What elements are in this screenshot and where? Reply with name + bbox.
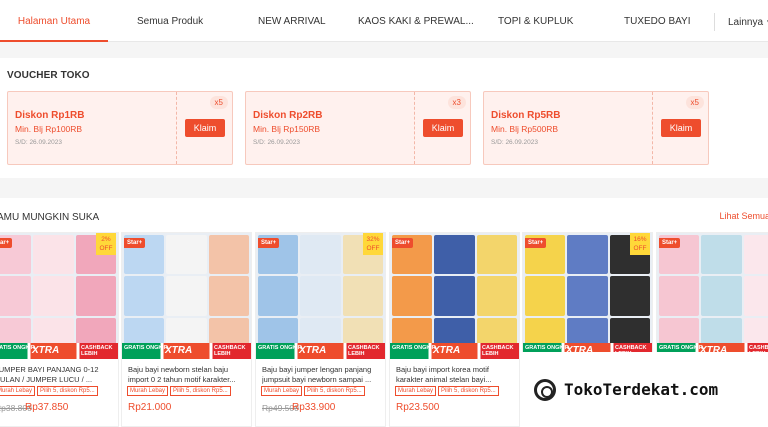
promo-tag: Murah Lebay bbox=[0, 386, 36, 396]
product-card[interactable]: Star+ GRATIS ONGKIR XTRA CASHBACK LEBIH Baju… bbox=[121, 232, 252, 427]
voucher-min-spend: Min. Blj Rp150RB bbox=[253, 124, 321, 134]
voucher-divider bbox=[176, 92, 177, 164]
claim-voucher-button[interactable]: Klaim bbox=[661, 119, 701, 137]
product-card[interactable]: Star+ GRATIS ONGKIR XTRA CASHBACK LEBIH Baju… bbox=[389, 232, 520, 427]
product-name: Baju bayi newborn stelan baju import 0 2… bbox=[128, 365, 236, 384]
free-shipping-label: GRATIS ONGKIR bbox=[525, 345, 569, 351]
tab-kaos-kaki[interactable]: KAOS KAKI & PREWAL... bbox=[358, 0, 474, 42]
discount-off-label: OFF bbox=[99, 245, 113, 252]
product-image: Star+ GRATIS ONGKIRXTRA CASHBACK LEBIH bbox=[390, 233, 519, 359]
product-image: Star+GRATIS ONGKIRXTRACASHBACK LEBIH bbox=[657, 233, 768, 359]
discount-badge: 2% OFF bbox=[96, 233, 116, 255]
voucher-card: Diskon Rp1RB Min. Blj Rp100RB S/D: 26.09… bbox=[7, 91, 233, 165]
discount-percent: 32% bbox=[366, 236, 380, 243]
claim-voucher-button[interactable]: Klaim bbox=[423, 119, 463, 137]
promo-tag: Murah Lebay bbox=[395, 386, 437, 396]
cashback-label: CASHBACK LEBIH bbox=[81, 345, 113, 357]
product-card[interactable]: Star+ 2% OFF GRATIS ONGKIRXTRA CASHBACK LEBI… bbox=[0, 232, 119, 427]
claim-voucher-button[interactable]: Klaim bbox=[185, 119, 225, 137]
voucher-title: Diskon Rp5RB bbox=[491, 110, 561, 121]
star-plus-badge: Star+ bbox=[525, 238, 547, 248]
voucher-title: Diskon Rp1RB bbox=[15, 110, 85, 121]
promo-strip: GRATIS ONGKIRXTRA CASHBACK LEBIH bbox=[390, 343, 519, 359]
xtra-label: XTRA bbox=[165, 345, 193, 356]
product-name: JUMPER BAYI PANJANG 0-12 BULAN / JUMPER … bbox=[0, 365, 99, 384]
product-image: Star+ GRATIS ONGKIRXTRA CASHBACK LEBIH bbox=[122, 233, 251, 359]
tab-new-arrival[interactable]: NEW ARRIVAL bbox=[258, 0, 326, 42]
discount-off-label: OFF bbox=[633, 245, 647, 252]
voucher-divider bbox=[652, 92, 653, 164]
star-plus-badge: Star+ bbox=[392, 238, 414, 248]
recommendation-title: AMU MUNGKIN SUKA bbox=[0, 212, 100, 223]
cashback-label: CASHBACK LEBIH bbox=[214, 345, 246, 357]
tab-halaman-utama[interactable]: Halaman Utama bbox=[0, 0, 108, 42]
voucher-section-title: VOUCHER TOKO bbox=[7, 70, 90, 81]
star-plus-badge: Star+ bbox=[659, 238, 681, 248]
xtra-label: XTRA bbox=[32, 345, 60, 356]
bundle-discount-tag: Pilih 5, diskon Rp5... bbox=[170, 386, 231, 396]
star-plus-badge: Star+ bbox=[0, 238, 13, 248]
voucher-min-spend: Min. Blj Rp100RB bbox=[15, 124, 83, 134]
bundle-discount-tag: Pilih 5, diskon Rp5... bbox=[37, 386, 98, 396]
tab-lainnya[interactable]: Lainnya▾ bbox=[728, 0, 768, 42]
free-shipping-label: GRATIS ONGKIR bbox=[124, 345, 168, 351]
discount-badge: 32% OFF bbox=[363, 233, 383, 255]
discount-off-label: OFF bbox=[366, 245, 380, 252]
cashback-label: CASHBACK LEBIH bbox=[348, 345, 380, 357]
tab-lainnya-label: Lainnya bbox=[728, 17, 764, 28]
product-price: Rp23.500 bbox=[396, 402, 440, 413]
voucher-expiry: S/D: 26.09.2023 bbox=[253, 139, 300, 146]
xtra-label: XTRA bbox=[299, 345, 327, 356]
discount-percent: 2% bbox=[101, 236, 111, 243]
xtra-label: XTRA bbox=[433, 345, 461, 356]
discount-percent: 16% bbox=[633, 236, 647, 243]
bundle-discount-tag: Pilih 5, diskon Rp5... bbox=[304, 386, 365, 396]
voucher-quantity-badge: x5 bbox=[209, 96, 228, 109]
voucher-expiry: S/D: 26.09.2023 bbox=[15, 139, 62, 146]
free-shipping-label: GRATIS ONGKIR bbox=[258, 345, 302, 351]
shop-tab-bar: Halaman Utama Semua Produk NEW ARRIVAL K… bbox=[0, 0, 768, 42]
tab-topi-kupluk[interactable]: TOPI & KUPLUK bbox=[498, 0, 573, 42]
voucher-expiry: S/D: 26.09.2023 bbox=[491, 139, 538, 146]
promo-strip: GRATIS ONGKIRXTRA CASHBACK LEBIH bbox=[256, 343, 385, 359]
cashback-label: CASHBACK LEBIH bbox=[482, 345, 514, 357]
voucher-card: Diskon Rp5RB Min. Blj Rp500RB S/D: 26.09… bbox=[483, 91, 709, 165]
tab-semua-produk[interactable]: Semua Produk bbox=[137, 0, 203, 42]
promo-tag: Murah Lebay bbox=[127, 386, 169, 396]
tab-tuxedo-bayi[interactable]: TUXEDO BAYI bbox=[624, 0, 691, 42]
product-price: Rp21.000 bbox=[128, 402, 172, 413]
product-price: Rp33.900 bbox=[292, 402, 336, 413]
bundle-discount-tag: Pilih 5, diskon Rp5... bbox=[438, 386, 499, 396]
discount-badge: 16% OFF bbox=[630, 233, 650, 255]
watermark-text: TokoTerdekat.com bbox=[564, 380, 719, 399]
see-all-link[interactable]: Lihat Semua bbox=[719, 211, 768, 221]
star-plus-badge: Star+ bbox=[258, 238, 280, 248]
watermark-logo-icon bbox=[534, 379, 556, 401]
product-price: Rp37.850 bbox=[25, 402, 69, 413]
product-image: Star+ 2% OFF GRATIS ONGKIRXTRA CASHBACK LEBI… bbox=[0, 233, 118, 359]
nav-divider bbox=[714, 13, 715, 31]
watermark: TokoTerdekat.com bbox=[520, 352, 768, 427]
product-card[interactable]: Star+ 32% OFF GRATIS ONGKIR XTRA CASHBACK LEB… bbox=[255, 232, 386, 427]
voucher-section: VOUCHER TOKO Diskon Rp1RB Min. Blj Rp100… bbox=[0, 58, 768, 178]
product-image: Star+16%OFFGRATIS ONGKIRXTRACASHBACK LEB… bbox=[523, 233, 652, 359]
product-name: Baju bayi jumper lengan panjang jumpsuit… bbox=[262, 365, 372, 384]
voucher-title: Diskon Rp2RB bbox=[253, 110, 323, 121]
voucher-quantity-badge: x5 bbox=[685, 96, 704, 109]
free-shipping-label: GRATIS ONGKIR bbox=[659, 345, 703, 351]
voucher-quantity-badge: x3 bbox=[447, 96, 466, 109]
free-shipping-label: GRATIS ONGKIR bbox=[0, 345, 35, 351]
promo-tag: Murah Lebay bbox=[261, 386, 303, 396]
product-image: Star+ 32% OFF GRATIS ONGKIR XTRA CASHBACK LEB… bbox=[256, 233, 385, 359]
free-shipping-label: GRATIS ONGKIR bbox=[392, 345, 436, 351]
voucher-min-spend: Min. Blj Rp500RB bbox=[491, 124, 559, 134]
promo-strip: GRATIS ONGKIRXTRA CASHBACK LEBIH bbox=[0, 343, 118, 359]
voucher-card: Diskon Rp2RB Min. Blj Rp150RB S/D: 26.09… bbox=[245, 91, 471, 165]
product-name: Baju bayi import korea motif karakter an… bbox=[396, 365, 492, 384]
voucher-divider bbox=[414, 92, 415, 164]
star-plus-badge: Star+ bbox=[124, 238, 146, 248]
promo-strip: GRATIS ONGKIRXTRA CASHBACK LEBIH bbox=[122, 343, 251, 359]
